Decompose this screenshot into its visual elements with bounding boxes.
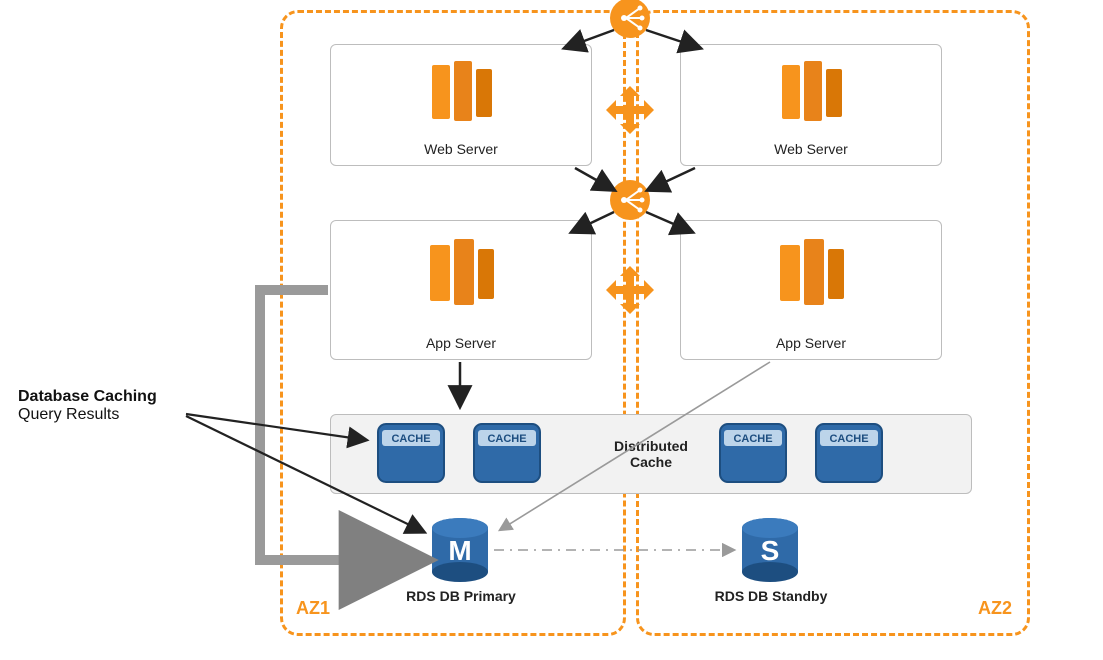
app-server-2-box: App Server [680, 220, 942, 360]
rds-standby-label: RDS DB Standby [706, 588, 836, 604]
rds-primary-label: RDS DB Primary [396, 588, 526, 604]
distributed-cache-label: Distributed Cache [614, 438, 688, 470]
az1-label: AZ1 [296, 598, 330, 619]
aws-ec2-icon [776, 59, 846, 125]
app-server-1-label: App Server [331, 335, 591, 351]
web-server-1-box: Web Server [330, 44, 592, 166]
app-server-1-box: App Server [330, 220, 592, 360]
aws-ec2-icon [424, 237, 498, 309]
annotation-text: Database Caching Query Results [18, 388, 157, 424]
app-server-2-label: App Server [681, 335, 941, 351]
az2-label: AZ2 [978, 598, 1012, 619]
diagram-stage: AZ1 AZ2 Web Server Web Server App Server [0, 0, 1103, 660]
cache-label-line2: Cache [630, 454, 672, 470]
web-server-2-box: Web Server [680, 44, 942, 166]
aws-ec2-icon [426, 59, 496, 125]
annotation-line1: Database Caching [18, 388, 157, 406]
distributed-cache-row: Distributed Cache [330, 414, 972, 494]
annotation-line2: Query Results [18, 406, 157, 424]
cache-label-line1: Distributed [614, 438, 688, 454]
web-server-2-label: Web Server [681, 141, 941, 157]
aws-ec2-icon [774, 237, 848, 309]
web-server-1-label: Web Server [331, 141, 591, 157]
